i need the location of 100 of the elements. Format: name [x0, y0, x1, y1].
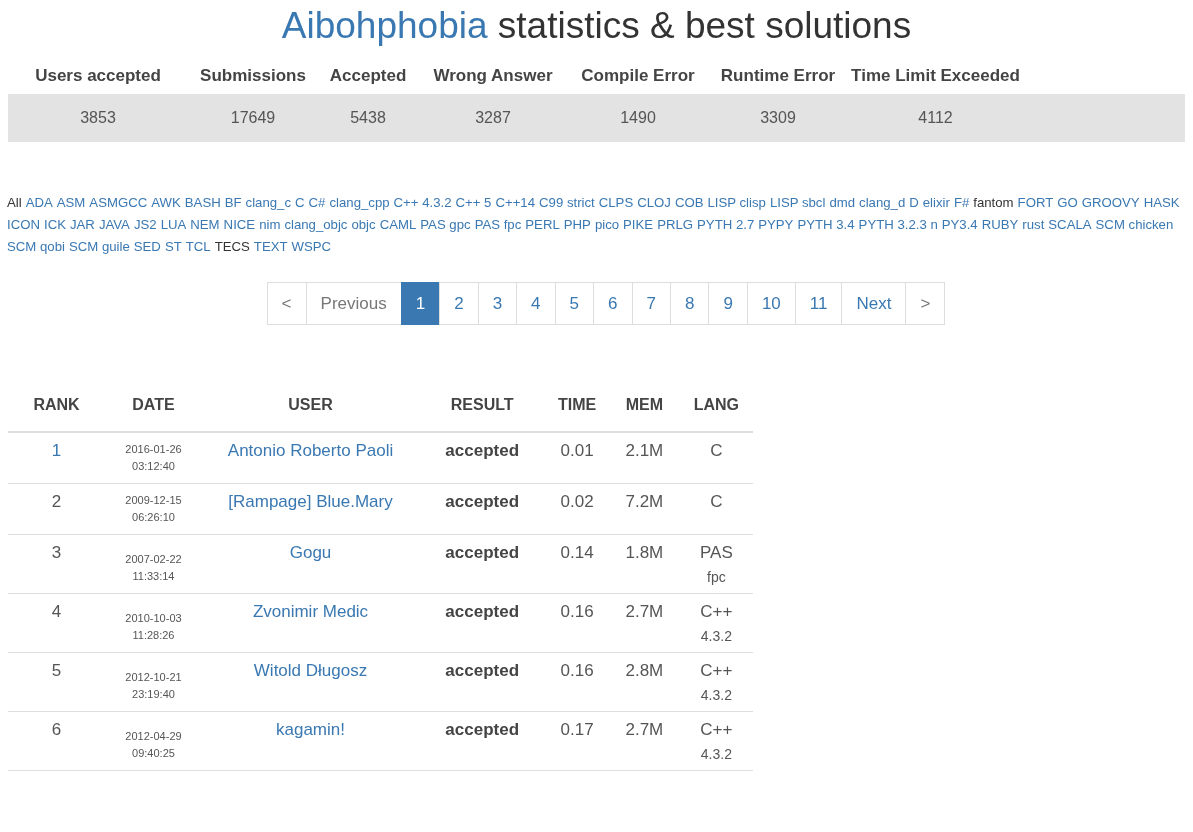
language-link[interactable]: C: [295, 194, 305, 212]
language-link[interactable]: ASM: [56, 194, 86, 212]
stat-value: 17649: [229, 109, 277, 127]
language-link[interactable]: LISP clisp: [707, 194, 766, 212]
language-link[interactable]: TEXT: [253, 238, 288, 256]
result-cell: accepted: [445, 661, 520, 680]
language-link[interactable]: dmd: [829, 194, 856, 212]
language-link[interactable]: PAS gpc: [420, 216, 471, 234]
user-link[interactable]: Antonio Roberto Paoli: [227, 441, 394, 460]
language-link[interactable]: ST: [164, 238, 182, 256]
time-cell: 0.16: [560, 661, 594, 680]
language-link[interactable]: FORT: [1017, 194, 1054, 212]
language-link[interactable]: clang_cpp: [329, 194, 390, 212]
language-link[interactable]: PY3.4: [941, 216, 978, 234]
language-link[interactable]: WSPC: [291, 238, 332, 256]
language-link[interactable]: CLOJ: [637, 194, 671, 212]
page-link[interactable]: 8: [669, 282, 710, 325]
language-link[interactable]: JAVA: [98, 216, 130, 234]
language-link[interactable]: PHP: [563, 216, 591, 234]
page-link[interactable]: 4: [516, 282, 556, 325]
language-link[interactable]: SCM chicken: [1095, 216, 1174, 234]
page-link[interactable]: 11: [794, 282, 843, 325]
column-header: RESULT: [450, 396, 514, 413]
language-link[interactable]: TCL: [185, 238, 211, 256]
language-link[interactable]: PRLG: [657, 216, 694, 234]
language-link[interactable]: PYTH 2.7: [697, 216, 755, 234]
language-link[interactable]: ICON: [7, 216, 40, 234]
language-link[interactable]: ADA: [25, 194, 53, 212]
page-link[interactable]: 6: [593, 282, 633, 325]
user-link[interactable]: Zvonimir Medic: [252, 602, 369, 621]
language-link[interactable]: C#: [308, 194, 326, 212]
page-link[interactable]: 1: [400, 282, 441, 325]
language-link[interactable]: CAML: [379, 216, 417, 234]
user-link[interactable]: Witold Długosz: [253, 661, 368, 680]
language-link[interactable]: BF: [224, 194, 242, 212]
language-link[interactable]: GROOVY: [1081, 194, 1140, 212]
language-link[interactable]: COB: [674, 194, 704, 212]
language-link[interactable]: JAR: [69, 216, 95, 234]
language-link[interactable]: HASK: [1143, 194, 1180, 212]
language-link[interactable]: rust: [1022, 216, 1045, 234]
language-link[interactable]: PYTH 3.2.3 n: [858, 216, 938, 234]
time-cell: 0.17: [560, 720, 594, 739]
page-link[interactable]: Next: [841, 282, 907, 325]
language-link[interactable]: ASMGCC: [89, 194, 148, 212]
stat-value: 3287: [474, 109, 512, 127]
language-link[interactable]: clang_d: [859, 194, 906, 212]
language-link[interactable]: BASH: [184, 194, 221, 212]
language-link[interactable]: C++14: [495, 194, 536, 212]
language-link[interactable]: clang_c: [245, 194, 292, 212]
stat-value: 3853: [79, 109, 117, 127]
page-link[interactable]: 5: [554, 282, 595, 325]
language-link[interactable]: pico: [594, 216, 620, 234]
language-link[interactable]: objc: [351, 216, 376, 234]
rank-cell[interactable]: 1: [51, 441, 62, 460]
language-link[interactable]: GO: [1057, 194, 1078, 212]
column-header: TIME: [558, 396, 597, 413]
page-link[interactable]: 7: [631, 282, 671, 325]
result-cell: accepted: [445, 543, 520, 562]
language-link[interactable]: ICK: [43, 216, 66, 234]
language-link[interactable]: PYPY: [758, 216, 794, 234]
language-link[interactable]: JS2: [133, 216, 157, 234]
stat-value: 5438: [349, 109, 387, 127]
page-link[interactable]: 2: [439, 282, 479, 325]
language-link[interactable]: C++ 4.3.2: [393, 194, 452, 212]
language-link[interactable]: LISP sbcl: [769, 194, 826, 212]
page-link[interactable]: >: [905, 282, 946, 325]
language-cell-text: 4.3.2: [699, 687, 733, 703]
language-link[interactable]: PAS fpc: [474, 216, 522, 234]
language-link[interactable]: PERL: [525, 216, 560, 234]
language-link[interactable]: AWK: [151, 194, 181, 212]
page-link[interactable]: Previous: [305, 282, 402, 325]
language-link[interactable]: LUA: [160, 216, 187, 234]
language-link[interactable]: NEM: [190, 216, 220, 234]
language-link[interactable]: C++ 5: [455, 194, 492, 212]
language-link[interactable]: RUBY: [981, 216, 1019, 234]
language-link[interactable]: SCALA: [1048, 216, 1092, 234]
language-link[interactable]: SED: [133, 238, 161, 256]
language-link[interactable]: F#: [953, 194, 970, 212]
stat-value: 4112: [917, 109, 954, 127]
page-link[interactable]: <: [266, 282, 307, 325]
column-header: Users accepted: [34, 65, 162, 87]
user-link[interactable]: [Rampage] Blue.Mary: [228, 492, 393, 511]
language-link[interactable]: PYTH 3.4: [797, 216, 855, 234]
language-link[interactable]: SCM qobi: [7, 238, 65, 256]
language-link[interactable]: CLPS: [598, 194, 634, 212]
date-cell-text: 2007-02-22: [124, 552, 183, 567]
language-link[interactable]: D: [909, 194, 919, 212]
language-link[interactable]: clang_objc: [284, 216, 348, 234]
page-link[interactable]: 9: [708, 282, 748, 325]
page-link[interactable]: 3: [477, 282, 518, 325]
language-link[interactable]: NICE: [223, 216, 256, 234]
user-link[interactable]: Gogu: [289, 543, 332, 562]
user-link[interactable]: kagamin!: [276, 720, 345, 739]
language-label: All: [7, 194, 22, 212]
language-link[interactable]: PIKE: [623, 216, 654, 234]
language-link[interactable]: C99 strict: [539, 194, 595, 212]
language-link[interactable]: nim: [259, 216, 281, 234]
language-link[interactable]: elixir: [922, 194, 950, 212]
language-link[interactable]: SCM guile: [68, 238, 130, 256]
page-link[interactable]: 10: [746, 282, 796, 325]
